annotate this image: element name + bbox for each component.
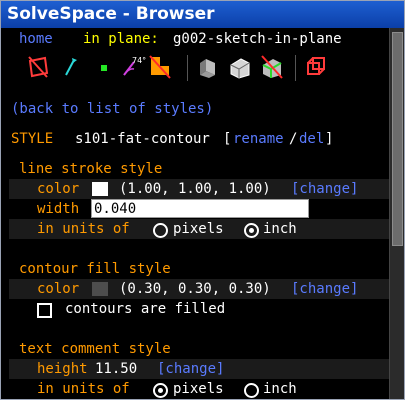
style-open-bracket: [	[223, 131, 232, 147]
contour-color-swatch[interactable]	[92, 282, 108, 296]
toggle-normals-icon[interactable]	[58, 53, 84, 81]
text-height-change-link[interactable]: [change]	[157, 359, 224, 379]
text-units-inch-label: inch	[263, 381, 297, 397]
line-color-swatch[interactable]	[92, 182, 108, 196]
toggle-faces-icon[interactable]	[147, 53, 173, 81]
contour-color-change-link[interactable]: [change]	[291, 279, 358, 299]
style-label: STYLE	[11, 131, 54, 147]
rename-link[interactable]: rename	[233, 129, 284, 149]
toggle-edges-icon[interactable]	[227, 53, 253, 81]
line-color-label: color	[37, 181, 80, 197]
browser-window: SolveSpace - Browser home in plane: g002…	[0, 0, 405, 400]
line-color-change-link[interactable]: [change]	[291, 179, 358, 199]
line-width-input[interactable]	[91, 199, 309, 218]
window-title: SolveSpace - Browser	[7, 4, 215, 24]
line-stroke-heading: line stroke style	[19, 161, 163, 177]
text-units-inch-radio[interactable]	[244, 383, 259, 398]
line-units-pixels-label: pixels	[173, 221, 224, 237]
in-plane-label: in plane:	[83, 31, 159, 47]
home-link[interactable]: home	[19, 29, 53, 49]
text-comment-heading: text comment style	[19, 341, 171, 357]
line-color-value: (1.00, 1.00, 1.00)	[119, 181, 271, 197]
toggle-shaded-icon[interactable]	[195, 53, 221, 81]
toggle-workplanes-icon[interactable]	[25, 53, 51, 81]
contours-filled-checkbox[interactable]	[37, 303, 52, 318]
contour-color-label: color	[37, 281, 80, 297]
style-name: s101-fat-contour	[75, 131, 210, 147]
toolbar-separator	[295, 55, 296, 81]
text-units-label: in units of	[37, 381, 130, 397]
title-bar[interactable]: SolveSpace - Browser	[1, 1, 404, 28]
contour-color-value: (0.30, 0.30, 0.30)	[119, 281, 271, 297]
vertical-scrollbar[interactable]	[389, 28, 404, 399]
style-close-bracket: ]	[325, 131, 334, 147]
constraint-badge: 74°	[132, 56, 146, 65]
line-width-label: width	[37, 201, 80, 217]
toolbar-separator	[187, 55, 188, 81]
back-to-styles-link[interactable]: (back to list of styles)	[11, 99, 213, 119]
delete-link[interactable]: del	[299, 129, 324, 149]
toggle-mesh-icon[interactable]	[303, 53, 329, 81]
contour-fill-heading: contour fill style	[19, 261, 171, 277]
line-units-inch-radio[interactable]	[244, 223, 259, 238]
text-units-pixels-label: pixels	[173, 381, 224, 397]
contours-filled-label: contours are filled	[65, 301, 226, 317]
line-units-label: in units of	[37, 221, 130, 237]
toggle-outlines-icon[interactable]	[259, 53, 285, 81]
style-slash: /	[289, 131, 298, 147]
line-units-pixels-radio[interactable]	[153, 223, 168, 238]
toggle-points-icon[interactable]	[92, 53, 118, 81]
line-units-inch-label: inch	[263, 221, 297, 237]
text-height-label: height	[37, 361, 88, 377]
scrollbar-thumb[interactable]	[392, 32, 403, 246]
text-units-pixels-radio[interactable]	[153, 383, 168, 398]
plane-name: g002-sketch-in-plane	[173, 31, 342, 47]
text-height-value: 11.50	[95, 361, 138, 377]
toggle-constraints-icon[interactable]: 74°	[120, 53, 146, 81]
